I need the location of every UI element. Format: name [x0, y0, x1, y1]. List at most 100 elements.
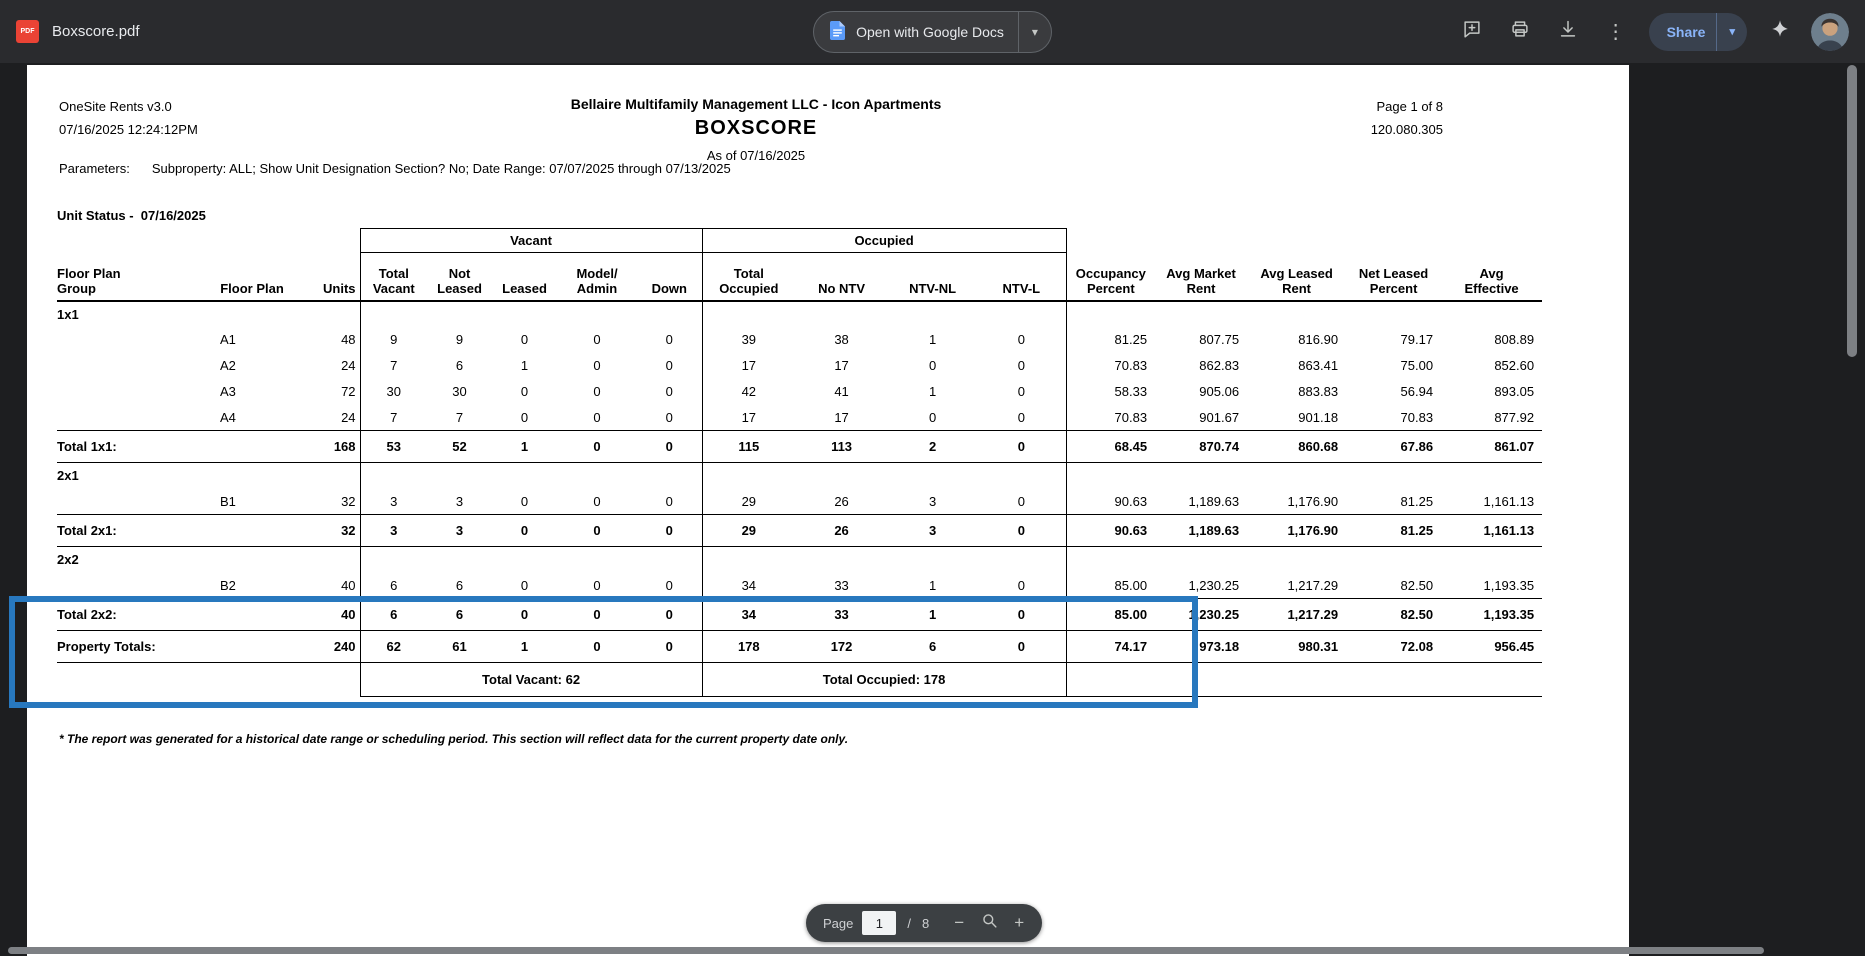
add-comment-button[interactable]	[1451, 11, 1493, 53]
table-cell: A2	[220, 358, 236, 373]
parameters-value: Subproperty: ALL; Show Unit Designation …	[151, 161, 731, 176]
sparkle-icon	[1769, 18, 1791, 45]
column-header: Not Leased	[427, 252, 493, 302]
table-cell: 72.08	[1346, 630, 1442, 663]
table-cell: 68.45	[1065, 430, 1156, 463]
table-cell: 0	[593, 577, 601, 593]
toolbar-left: PDF Boxscore.pdf	[16, 20, 813, 43]
report-meta-right: Page 1 of 8 120.080.305	[1283, 95, 1443, 141]
table-cell: B1	[220, 493, 236, 509]
more-options-button[interactable]: ⋮	[1595, 11, 1637, 53]
table-cell: 0	[492, 514, 558, 547]
table-cell: 0	[637, 404, 703, 431]
table-cell: 178	[701, 630, 796, 663]
table-cell	[57, 353, 212, 379]
table-cell: 956.45	[1441, 630, 1543, 663]
table-cell: 901.67	[1199, 409, 1240, 425]
table-cell: 38	[834, 332, 849, 347]
table-cell	[701, 462, 1067, 489]
table-cell: 6	[359, 572, 428, 599]
table-cell: 90.63	[1065, 488, 1156, 515]
column-header: Avg Market Rent	[1155, 252, 1248, 302]
table-cell: 240	[292, 630, 361, 663]
account-avatar[interactable]	[1811, 12, 1850, 51]
table-cell: 0	[977, 404, 1067, 431]
table-cell: 0	[977, 572, 1067, 599]
share-dropdown-caret[interactable]: ▾	[1717, 13, 1747, 51]
parameters-label: Parameters:	[59, 161, 130, 176]
table-cell: 6	[455, 358, 464, 373]
table-cell: 0	[637, 598, 703, 631]
download-button[interactable]	[1547, 11, 1589, 53]
table-cell: Total 2x1:	[57, 514, 212, 547]
zoom-out-button[interactable]: −	[944, 908, 974, 938]
table-cell: 32	[341, 493, 356, 509]
table-cell: 67.86	[1346, 430, 1442, 463]
horizontal-scrollbar-thumb[interactable]	[8, 947, 1764, 954]
table-cell: 115	[701, 430, 796, 463]
table-cell: 860.68	[1247, 430, 1347, 463]
page-number-input[interactable]	[862, 911, 897, 935]
google-docs-icon	[830, 20, 846, 43]
table-cell: 29	[701, 488, 796, 515]
zoom-in-button[interactable]: +	[1004, 908, 1034, 938]
table-cell: A1	[220, 332, 236, 347]
document-canvas[interactable]: OneSite Rents v3.0 07/16/2025 12:24:12PM…	[0, 63, 1865, 956]
add-comment-icon	[1461, 18, 1483, 45]
table-cell: 1,230.25	[1155, 598, 1248, 631]
column-header: Down	[637, 252, 703, 302]
table-cell: 1,217.29	[1247, 598, 1347, 631]
table-cell: 0	[977, 514, 1067, 547]
table-cell: 40	[341, 577, 356, 593]
table-cell: 81.25	[1346, 514, 1442, 547]
table-cell: 0	[977, 598, 1067, 631]
table-cell: 3	[888, 514, 978, 547]
more-vertical-icon: ⋮	[1605, 20, 1626, 43]
table-cell: 0	[520, 332, 529, 347]
table-cell	[57, 405, 212, 431]
table-cell: 6	[359, 598, 428, 631]
property-title: Bellaire Multifamily Management LLC - Ic…	[570, 96, 942, 112]
zoom-button[interactable]	[974, 908, 1004, 938]
table-cell: 0	[977, 352, 1067, 379]
table-cell: 56.94	[1400, 384, 1434, 399]
open-with-dropdown-caret[interactable]: ▾	[1019, 12, 1051, 52]
table-cell: 113	[795, 430, 889, 463]
total-pages: 8	[922, 915, 930, 931]
table-cell: 1,161.13	[1441, 514, 1543, 547]
total-vacant-summary: Total Vacant: 62	[359, 662, 703, 697]
table-cell: 1,176.90	[1247, 514, 1347, 547]
table-cell: Total 2x2:	[57, 598, 212, 631]
table-cell: 0	[557, 598, 638, 631]
table-cell: 905.06	[1199, 384, 1240, 399]
table-cell: 79.17	[1400, 332, 1434, 347]
share-label[interactable]: Share	[1649, 13, 1717, 51]
print-button[interactable]	[1499, 11, 1541, 53]
toolbar-center: Open with Google Docs ▾	[813, 10, 1052, 53]
share-button[interactable]: Share ▾	[1648, 12, 1748, 51]
data-row: A2 24 7 6 1 0 0 17 17 0 0 70.83 862.83 863.41 75.00 852…	[57, 352, 1542, 379]
table-cell: 1	[928, 577, 937, 593]
open-with-main[interactable]: Open with Google Docs	[814, 12, 1018, 52]
table-cell	[57, 327, 212, 353]
table-cell: 70.83	[1400, 409, 1434, 425]
column-header: NTV-L	[977, 252, 1067, 302]
table-cell: 70.83	[1065, 352, 1156, 379]
table-cell	[57, 489, 212, 515]
data-row: A4 24 7 7 0 0 0 17 17 0 0 70.83 901.67 901.18 70.83 877…	[57, 404, 1542, 431]
gemini-button[interactable]	[1759, 11, 1801, 53]
toolbar-right: ⋮ Share ▾	[1052, 11, 1850, 53]
vertical-scrollbar-thumb[interactable]	[1847, 65, 1857, 357]
table-cell	[212, 598, 292, 631]
total-row: Total 1x1: 168 53 52 1 0 0 115 113 2 0 68.45 870.74 8…	[57, 430, 1543, 463]
table-cell	[212, 630, 292, 663]
table-cell: 62	[359, 630, 428, 663]
total-row: Property Totals: 240 62 61 1 0 0 178 172 6 0 74.17 9…	[57, 630, 1543, 663]
print-icon	[1509, 18, 1531, 45]
table-cell	[57, 573, 212, 599]
open-with-google-docs-button[interactable]: Open with Google Docs ▾	[813, 10, 1052, 53]
table-cell: 0	[637, 488, 703, 515]
column-header: Total Occupied	[701, 252, 796, 302]
table-cell: 1,189.63	[1188, 493, 1240, 509]
column-header: Floor Plan Group	[57, 252, 212, 302]
